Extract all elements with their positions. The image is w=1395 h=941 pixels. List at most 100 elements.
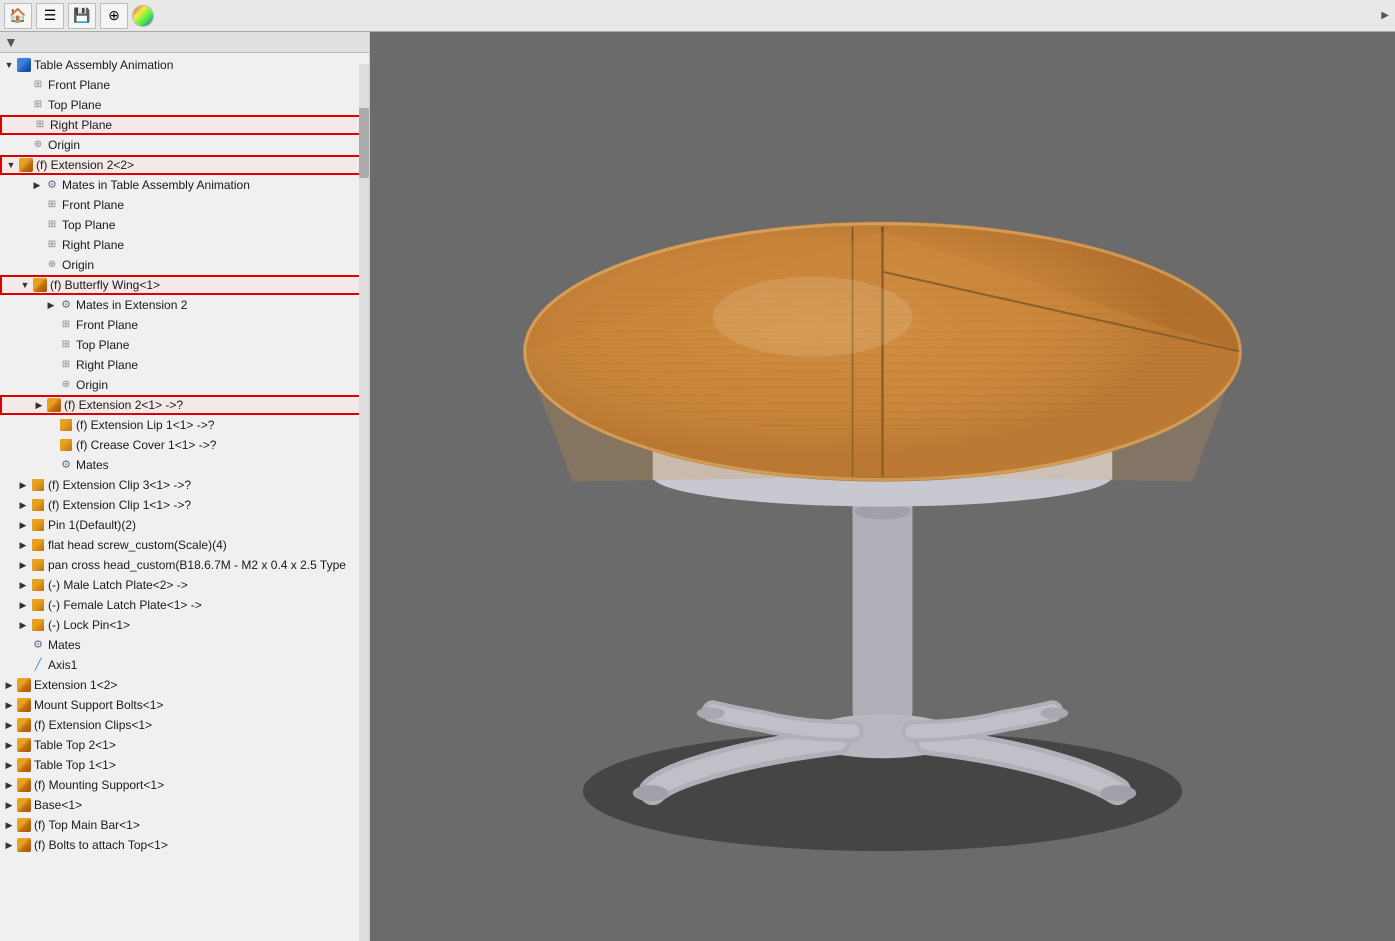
table-top-2-label: Table Top 2<1> <box>34 735 116 755</box>
tree-item-mates-bw[interactable]: ⚙ Mates <box>0 455 369 475</box>
expand-flat-head[interactable]: ▶ <box>16 538 30 552</box>
right-plane-root-label: Right Plane <box>50 115 112 135</box>
expand-top-main-bar[interactable]: ▶ <box>2 818 16 832</box>
cube-icon <box>16 697 32 713</box>
tree-item-ext-lip[interactable]: (f) Extension Lip 1<1> ->? <box>0 415 369 435</box>
tree-item-ext-clip-3[interactable]: ▶ (f) Extension Clip 3<1> ->? <box>0 475 369 495</box>
tree-item-origin-root[interactable]: ⊕ Origin <box>0 135 369 155</box>
panel-collapse-arrow[interactable]: ▶ <box>1379 8 1391 23</box>
colorball-button[interactable] <box>132 5 154 27</box>
front-plane-root-label: Front Plane <box>48 75 110 95</box>
scrollbar-thumb[interactable] <box>359 108 369 178</box>
expand-pan-cross[interactable]: ▶ <box>16 558 30 572</box>
expand-ext1-2[interactable]: ▶ <box>2 678 16 692</box>
tree-item-axis1[interactable]: ╱ Axis1 <box>0 655 369 675</box>
mount-label: Mount Support Bolts<1> <box>34 695 163 715</box>
tree-item-top-plane-root[interactable]: ⊞ Top Plane <box>0 95 369 115</box>
cube-icon <box>16 677 32 693</box>
home-button[interactable]: 🏠 <box>4 3 32 29</box>
tree-item-bolts-attach[interactable]: ▶ (f) Bolts to attach Top<1> <box>0 835 369 855</box>
tree-item-table-top-1[interactable]: ▶ Table Top 1<1> <box>0 755 369 775</box>
cube-icon <box>46 397 62 413</box>
tree-item-right-plane-2[interactable]: ⊞ Right Plane <box>0 235 369 255</box>
tree-item-butterfly-wing[interactable]: ▼ (f) Butterfly Wing<1> <box>0 275 369 295</box>
tree-item-mates-ext2[interactable]: ▶ ⚙ Mates in Extension 2 <box>0 295 369 315</box>
tree-item-top-main-bar[interactable]: ▶ (f) Top Main Bar<1> <box>0 815 369 835</box>
tree-item-flat-head-screw[interactable]: ▶ flat head screw_custom(Scale)(4) <box>0 535 369 555</box>
expand-mates-assembly[interactable]: ▶ <box>30 178 44 192</box>
list-button[interactable]: ☰ <box>36 3 64 29</box>
tree-item-ext-clip-1[interactable]: ▶ (f) Extension Clip 1<1> ->? <box>0 495 369 515</box>
expand-root[interactable]: ▼ <box>2 58 16 72</box>
tree-item-ext-clips[interactable]: ▶ (f) Extension Clips<1> <box>0 715 369 735</box>
axis-icon: ╱ <box>30 657 46 673</box>
tree-item-right-plane-3[interactable]: ⊞ Right Plane <box>0 355 369 375</box>
feature-tree-panel: ▼ ▼ Table Assembly Animation ⊞ Front Pla… <box>0 32 370 941</box>
small-cube-icon <box>30 617 46 633</box>
tree-item-origin-2[interactable]: ⊕ Origin <box>0 255 369 275</box>
tree-item-mates-main[interactable]: ⚙ Mates <box>0 635 369 655</box>
save-button[interactable]: 💾 <box>68 3 96 29</box>
mates-bw-label: Mates <box>76 455 109 475</box>
tree-container[interactable]: ▼ Table Assembly Animation ⊞ Front Plane… <box>0 53 369 941</box>
ext1-2-label: Extension 1<2> <box>34 675 117 695</box>
tree-item-mates-assembly[interactable]: ▶ ⚙ Mates in Table Assembly Animation <box>0 175 369 195</box>
table-top-1-label: Table Top 1<1> <box>34 755 116 775</box>
expand-base[interactable]: ▶ <box>2 798 16 812</box>
female-latch-label: (-) Female Latch Plate<1> -> <box>48 595 202 615</box>
tree-item-right-plane-root[interactable]: ⊞ Right Plane <box>0 115 369 135</box>
expand-pin[interactable]: ▶ <box>16 518 30 532</box>
expand-mounting[interactable]: ▶ <box>2 778 16 792</box>
main-layout: ▼ ▼ Table Assembly Animation ⊞ Front Pla… <box>0 32 1395 941</box>
expand-ext-clip-1[interactable]: ▶ <box>16 498 30 512</box>
tree-item-extension2-1[interactable]: ▶ (f) Extension 2<1> ->? <box>0 395 369 415</box>
expand-ext2[interactable]: ▼ <box>4 158 18 172</box>
top-main-bar-label: (f) Top Main Bar<1> <box>34 815 140 835</box>
tree-item-base[interactable]: ▶ Base<1> <box>0 795 369 815</box>
expand-ext-clip-3[interactable]: ▶ <box>16 478 30 492</box>
tree-item-lock-pin[interactable]: ▶ (-) Lock Pin<1> <box>0 615 369 635</box>
expand-male-latch[interactable]: ▶ <box>16 578 30 592</box>
ext-clips-label: (f) Extension Clips<1> <box>34 715 152 735</box>
tree-item-origin-3[interactable]: ⊕ Origin <box>0 375 369 395</box>
toolbar: 🏠 ☰ 💾 ⊕ ▶ <box>0 0 1395 32</box>
tree-item-pin[interactable]: ▶ Pin 1(Default)(2) <box>0 515 369 535</box>
tree-item-table-top-2[interactable]: ▶ Table Top 2<1> <box>0 735 369 755</box>
tree-item-extension2-2[interactable]: ▼ (f) Extension 2<2> <box>0 155 369 175</box>
3d-viewport[interactable] <box>370 32 1395 941</box>
tree-item-female-latch[interactable]: ▶ (-) Female Latch Plate<1> -> <box>0 595 369 615</box>
expand-bolts-attach[interactable]: ▶ <box>2 838 16 852</box>
tree-item-male-latch[interactable]: ▶ (-) Male Latch Plate<2> -> <box>0 575 369 595</box>
tree-item-mount-support[interactable]: ▶ Mount Support Bolts<1> <box>0 695 369 715</box>
tree-item-front-plane-3[interactable]: ⊞ Front Plane <box>0 315 369 335</box>
cube-icon <box>16 777 32 793</box>
tree-item-front-plane-root[interactable]: ⊞ Front Plane <box>0 75 369 95</box>
expand-ext-clips[interactable]: ▶ <box>2 718 16 732</box>
cube-icon <box>16 797 32 813</box>
base-label: Base<1> <box>34 795 82 815</box>
tree-item-top-plane-3[interactable]: ⊞ Top Plane <box>0 335 369 355</box>
flat-head-label: flat head screw_custom(Scale)(4) <box>48 535 227 555</box>
tree-item-mounting-support[interactable]: ▶ (f) Mounting Support<1> <box>0 775 369 795</box>
expand-table-top-1[interactable]: ▶ <box>2 758 16 772</box>
specular <box>713 277 913 357</box>
right-plane-3-label: Right Plane <box>76 355 138 375</box>
expand-table-top-2[interactable]: ▶ <box>2 738 16 752</box>
expand-female-latch[interactable]: ▶ <box>16 598 30 612</box>
expand-butterfly[interactable]: ▼ <box>18 278 32 292</box>
tree-root[interactable]: ▼ Table Assembly Animation <box>0 55 369 75</box>
tree-item-extension1-2[interactable]: ▶ Extension 1<2> <box>0 675 369 695</box>
plane-icon: ⊞ <box>58 357 74 373</box>
small-cube-icon <box>30 497 46 513</box>
expand-mates-ext2[interactable]: ▶ <box>44 298 58 312</box>
tree-item-pan-cross[interactable]: ▶ pan cross head_custom(B18.6.7M - M2 x … <box>0 555 369 575</box>
tree-item-crease-cover[interactable]: (f) Crease Cover 1<1> ->? <box>0 435 369 455</box>
expand-lock-pin[interactable]: ▶ <box>16 618 30 632</box>
ext-clip-1-label: (f) Extension Clip 1<1> ->? <box>48 495 191 515</box>
small-cube-icon <box>30 537 46 553</box>
expand-ext2-1[interactable]: ▶ <box>32 398 46 412</box>
target-button[interactable]: ⊕ <box>100 3 128 29</box>
expand-mount[interactable]: ▶ <box>2 698 16 712</box>
tree-item-front-plane-2[interactable]: ⊞ Front Plane <box>0 195 369 215</box>
tree-item-top-plane-2[interactable]: ⊞ Top Plane <box>0 215 369 235</box>
